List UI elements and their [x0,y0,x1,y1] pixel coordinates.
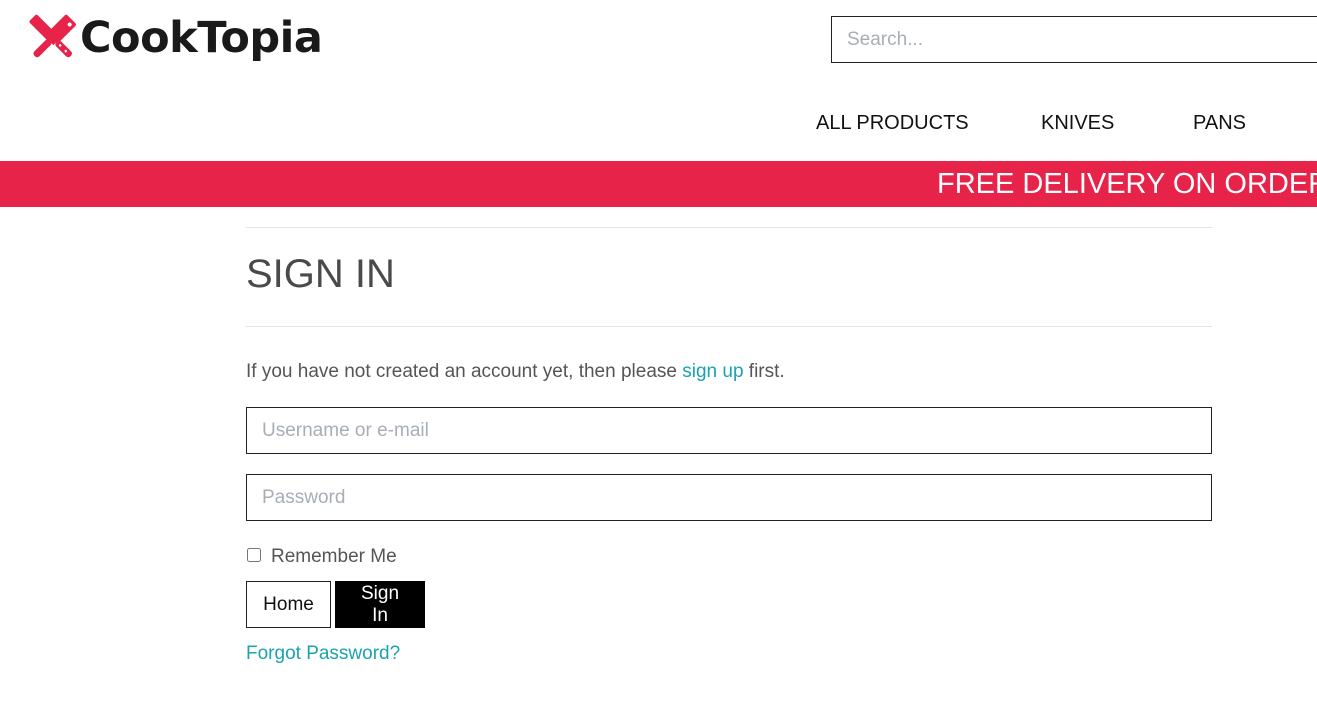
promo-text: FREE DELIVERY ON ORDERS [937,168,1317,200]
forgot-password-link[interactable]: Forgot Password? [246,642,400,666]
remember-me-checkbox[interactable] [247,548,261,562]
nav-item-pans[interactable]: PANS [1193,112,1246,135]
form-actions: Home Sign In [246,581,1212,628]
password-field[interactable] [246,474,1212,521]
title-divider [246,326,1212,327]
sign-up-link[interactable]: sign up [682,361,743,382]
search-input[interactable] [831,16,1317,63]
main-nav: ALL PRODUCTS KNIVES PANS [0,112,1317,142]
logo[interactable]: CookTopia [22,8,323,68]
signin-section: SIGN IN If you have not created an accou… [246,227,1212,666]
sign-in-button[interactable]: Sign In [335,581,425,628]
brand-name: CookTopia [80,12,323,63]
intro-text-before: If you have not created an account yet, … [246,361,683,382]
signup-prompt: If you have not created an account yet, … [246,360,1212,384]
remember-me[interactable]: Remember Me [246,545,1212,569]
username-field[interactable] [246,407,1212,454]
crossed-knives-icon [22,9,82,67]
home-button[interactable]: Home [246,581,331,628]
page-title: SIGN IN [246,252,395,296]
intro-text-after: first. [743,361,785,382]
nav-item-all-products[interactable]: ALL PRODUCTS [816,112,969,135]
remember-me-label: Remember Me [271,546,397,567]
nav-item-knives[interactable]: KNIVES [1041,112,1114,135]
promo-banner: FREE DELIVERY ON ORDERS [0,161,1317,207]
